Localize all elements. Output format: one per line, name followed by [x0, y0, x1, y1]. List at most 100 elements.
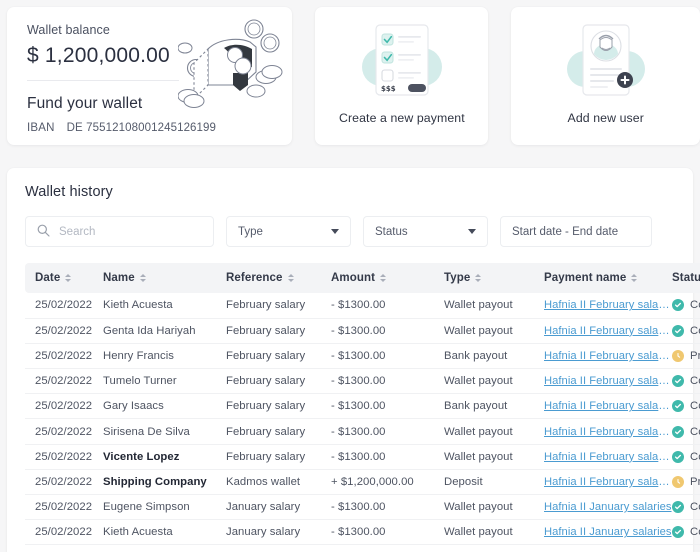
payment-name-link[interactable]: Hafnia II February salaries: [544, 451, 672, 463]
column-header-type[interactable]: Type: [444, 263, 544, 293]
status-badge: Completed: [672, 451, 700, 463]
check-circle-icon: [672, 299, 684, 311]
cell-payment-name: Hafnia II February salaries: [544, 369, 672, 394]
cell-reference: February salary: [226, 293, 331, 318]
create-new-payment-label: Create a new payment: [339, 111, 465, 125]
check-circle-icon: [672, 451, 684, 463]
column-header-amount[interactable]: Amount: [331, 263, 444, 293]
column-header-name[interactable]: Name: [103, 263, 226, 293]
cell-status: Completed: [672, 495, 700, 520]
clock-circle-icon: [672, 476, 684, 488]
search-placeholder: Search: [59, 226, 95, 238]
table-row[interactable]: 25/02/2022Tumelo TurnerFebruary salary- …: [25, 369, 700, 394]
status-label: Completed: [690, 451, 700, 463]
sort-icon[interactable]: [288, 274, 294, 282]
payment-name-link[interactable]: Hafnia II February salaries: [544, 426, 672, 438]
cell-reference: February salary: [226, 343, 331, 368]
status-badge: Completed: [672, 299, 700, 311]
cell-name: Eugene Simpson: [103, 495, 226, 520]
add-new-user-card[interactable]: Add new user: [511, 7, 700, 145]
cell-type: Bank payout: [444, 343, 544, 368]
sort-icon[interactable]: [140, 274, 146, 282]
status-filter-select[interactable]: Status: [363, 216, 488, 247]
table-row[interactable]: 25/02/2022Shipping CompanyKadmos wallet+…: [25, 469, 700, 494]
status-label: Completed: [690, 426, 700, 438]
cell-date: 25/02/2022: [25, 318, 103, 343]
search-input[interactable]: Search: [25, 216, 214, 247]
summary-cards-row: Wallet balance $ 1,200,000.00 Fund your …: [0, 0, 700, 145]
iban-row: IBAN DE 75512108001245126199: [27, 122, 272, 134]
table-row[interactable]: 25/02/2022Vicente LopezFebruary salary- …: [25, 444, 700, 469]
date-range-input[interactable]: Start date - End date: [500, 216, 652, 247]
sort-icon[interactable]: [65, 274, 71, 282]
cell-reference: February salary: [226, 419, 331, 444]
cell-date: 25/02/2022: [25, 419, 103, 444]
payment-name-link[interactable]: Hafnia II February salaries: [544, 350, 672, 362]
cell-status: Completed: [672, 419, 700, 444]
check-circle-icon: [672, 325, 684, 337]
sort-icon[interactable]: [475, 274, 481, 282]
sort-icon[interactable]: [380, 274, 386, 282]
cell-payment-name: Hafnia II January salaries: [544, 495, 672, 520]
payment-name-link[interactable]: Hafnia II February salaries: [544, 325, 672, 337]
cell-reference: January salary: [226, 495, 331, 520]
status-label: Completed: [690, 325, 700, 337]
column-header-status[interactable]: Status: [672, 263, 700, 293]
iban-label: IBAN: [27, 122, 55, 134]
cell-amount: - $1300.00: [331, 419, 444, 444]
payment-name-link[interactable]: Hafnia II January salaries: [544, 526, 672, 538]
table-row[interactable]: 25/02/2022Genta Ida HariyahFebruary sala…: [25, 318, 700, 343]
payment-name-link[interactable]: Hafnia II February salar…: [544, 299, 672, 311]
status-badge: Processing: [672, 350, 700, 362]
table-row[interactable]: 25/02/2022Henry FrancisFebruary salary- …: [25, 343, 700, 368]
type-filter-select[interactable]: Type: [226, 216, 351, 247]
cell-reference: February salary: [226, 444, 331, 469]
table-row[interactable]: 25/02/2022Kieth AcuestaFebruary salary- …: [25, 293, 700, 318]
column-header-payment-name[interactable]: Payment name: [544, 263, 672, 293]
sort-icon[interactable]: [631, 274, 637, 282]
iban-value[interactable]: DE 75512108001245126199: [67, 122, 216, 134]
table-row[interactable]: 25/02/2022Kieth AcuestaJanuary salary- $…: [25, 520, 700, 545]
cell-amount: - $1300.00: [331, 495, 444, 520]
cell-payment-name: Hafnia II February salaries: [544, 394, 672, 419]
cell-payment-name: Hafnia II January salaries: [544, 520, 672, 545]
cell-status: Completed: [672, 318, 700, 343]
cell-amount: - $1300.00: [331, 293, 444, 318]
table-row[interactable]: 25/02/2022Gary IsaacsFebruary salary- $1…: [25, 394, 700, 419]
status-label: Completed: [690, 299, 700, 311]
payment-name-link[interactable]: Hafnia II February salaries: [544, 400, 672, 412]
payment-name-link[interactable]: Hafnia II February salaries: [544, 476, 672, 488]
column-header-reference[interactable]: Reference: [226, 263, 331, 293]
cell-reference: February salary: [226, 318, 331, 343]
cell-reference: February salary: [226, 394, 331, 419]
cell-type: Wallet payout: [444, 293, 544, 318]
wallet-coins-illustration: [178, 15, 286, 120]
cell-type: Wallet payout: [444, 444, 544, 469]
create-new-payment-card[interactable]: $$$ Create a new payment: [315, 7, 488, 145]
column-label: Amount: [331, 272, 375, 284]
status-badge: Completed: [672, 426, 700, 438]
cell-date: 25/02/2022: [25, 520, 103, 545]
column-label: Payment name: [544, 272, 626, 284]
cell-status: Completed: [672, 369, 700, 394]
cell-status: Completed: [672, 444, 700, 469]
cell-name: Kieth Acuesta: [103, 520, 226, 545]
table-header: Date Name Reference Amount Type Payment …: [25, 263, 700, 293]
date-range-label: Start date - End date: [512, 226, 618, 238]
cell-date: 25/02/2022: [25, 394, 103, 419]
status-badge: Processing: [672, 476, 700, 488]
column-header-date[interactable]: Date: [25, 263, 103, 293]
cell-status: Completed: [672, 293, 700, 318]
cell-date: 25/02/2022: [25, 444, 103, 469]
cell-type: Bank payout: [444, 394, 544, 419]
cell-payment-name: Hafnia II February salaries: [544, 469, 672, 494]
search-icon: [37, 224, 50, 240]
status-filter-label: Status: [375, 226, 408, 238]
status-badge: Completed: [672, 325, 700, 337]
table-row[interactable]: 25/02/2022Eugene SimpsonJanuary salary- …: [25, 495, 700, 520]
chevron-down-icon: [331, 229, 339, 234]
payment-name-link[interactable]: Hafnia II February salaries: [544, 375, 672, 387]
payment-name-link[interactable]: Hafnia II January salaries: [544, 501, 672, 513]
table-row[interactable]: 25/02/2022Sirisena De SilvaFebruary sala…: [25, 419, 700, 444]
cell-type: Deposit: [444, 469, 544, 494]
